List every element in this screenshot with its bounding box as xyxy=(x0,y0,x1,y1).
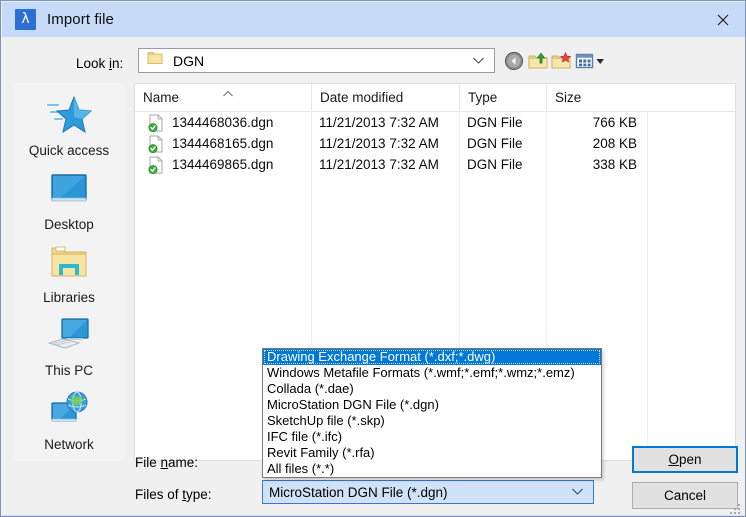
file-name: 1344468036.dgn xyxy=(172,112,311,133)
file-size: 338 KB xyxy=(546,154,647,175)
file-type: DGN File xyxy=(459,133,546,154)
sidebar-item-libraries[interactable]: Libraries xyxy=(13,238,125,305)
import-file-dialog: λ Import file Look in: DGN xyxy=(0,0,746,517)
column-header-type[interactable]: Type xyxy=(459,84,546,111)
desktop-monitor-icon xyxy=(13,165,125,213)
files-of-type-value: MicroStation DGN File (*.dgn) xyxy=(269,485,448,500)
file-name: 1344469865.dgn xyxy=(172,154,311,175)
dropdown-option[interactable]: Revit Family (*.rfa) xyxy=(263,445,601,461)
file-size: 766 KB xyxy=(546,112,647,133)
files-of-type-combo[interactable]: MicroStation DGN File (*.dgn) xyxy=(262,480,594,504)
sort-ascending-icon xyxy=(221,85,235,103)
dropdown-option[interactable]: Drawing Exchange Format (*.dxf;*.dwg) xyxy=(263,349,601,365)
table-row[interactable]: 1344469865.dgn 11/21/2013 7:32 AM DGN Fi… xyxy=(135,154,735,175)
close-icon[interactable] xyxy=(700,2,746,37)
file-date-modified: 11/21/2013 7:32 AM xyxy=(311,112,459,133)
dropdown-option[interactable]: IFC file (*.ifc) xyxy=(263,429,601,445)
title-bar: λ Import file xyxy=(2,2,746,37)
sidebar-item-this-pc[interactable]: This PC xyxy=(13,311,125,378)
dgn-file-synced-icon xyxy=(148,156,165,177)
dropdown-option[interactable]: Windows Metafile Formats (*.wmf;*.emf;*.… xyxy=(263,365,601,381)
file-list-header: Name Date modified Type Size xyxy=(135,84,735,112)
file-date-modified: 11/21/2013 7:32 AM xyxy=(311,133,459,154)
sidebar-item-desktop[interactable]: Desktop xyxy=(13,165,125,232)
dgn-file-synced-icon xyxy=(148,135,165,156)
file-size: 208 KB xyxy=(546,133,647,154)
this-pc-computer-icon xyxy=(13,311,125,359)
file-name-label: File name: xyxy=(135,455,198,470)
look-in-combo[interactable]: DGN xyxy=(138,48,495,73)
window-title: Import file xyxy=(47,11,114,28)
views-dropdown-icon[interactable] xyxy=(574,50,606,72)
chevron-down-icon[interactable] xyxy=(472,52,485,70)
resize-grip[interactable] xyxy=(730,502,742,514)
sidebar-item-label: This PC xyxy=(13,363,125,378)
column-header-date-modified[interactable]: Date modified xyxy=(311,84,459,111)
chevron-down-icon[interactable] xyxy=(571,483,584,501)
files-of-type-label: Files of type: xyxy=(135,487,212,502)
sidebar-item-network[interactable]: Network xyxy=(13,385,125,452)
open-button-label: Open xyxy=(668,452,701,467)
footer-divider xyxy=(2,515,744,516)
folder-icon xyxy=(147,51,163,70)
network-globe-icon xyxy=(13,385,125,433)
open-button[interactable]: Open xyxy=(632,446,738,473)
dropdown-option[interactable]: All files (*.*) xyxy=(263,461,601,477)
look-in-label: Look in: xyxy=(76,56,123,71)
up-one-level-icon[interactable] xyxy=(527,50,549,72)
file-date-modified: 11/21/2013 7:32 AM xyxy=(311,154,459,175)
dropdown-option[interactable]: Collada (*.dae) xyxy=(263,381,601,397)
files-of-type-dropdown-list[interactable]: Drawing Exchange Format (*.dxf;*.dwg) Wi… xyxy=(262,348,602,478)
dropdown-option[interactable]: MicroStation DGN File (*.dgn) xyxy=(263,397,601,413)
column-header-size[interactable]: Size xyxy=(546,84,647,111)
sidebar-item-label: Quick access xyxy=(13,143,125,158)
file-type: DGN File xyxy=(459,112,546,133)
dropdown-option[interactable]: SketchUp file (*.skp) xyxy=(263,413,601,429)
table-row[interactable]: 1344468165.dgn 11/21/2013 7:32 AM DGN Fi… xyxy=(135,133,735,154)
file-type: DGN File xyxy=(459,154,546,175)
sidebar-item-quick-access[interactable]: Quick access xyxy=(13,91,125,158)
sidebar-item-label: Network xyxy=(13,437,125,452)
cancel-button[interactable]: Cancel xyxy=(632,482,738,509)
table-row[interactable]: 1344468036.dgn 11/21/2013 7:32 AM DGN Fi… xyxy=(135,112,735,133)
bricscad-logo-icon: λ xyxy=(15,9,36,30)
file-name: 1344468165.dgn xyxy=(172,133,311,154)
look-in-value: DGN xyxy=(173,53,204,69)
sidebar-item-label: Desktop xyxy=(13,217,125,232)
quick-access-star-icon xyxy=(13,91,125,139)
places-sidebar: Quick access Desktop Libr xyxy=(13,83,125,461)
cancel-button-label: Cancel xyxy=(664,488,706,503)
back-navigation-icon[interactable] xyxy=(503,50,525,72)
dgn-file-synced-icon xyxy=(148,114,165,135)
libraries-folder-icon xyxy=(13,238,125,286)
sidebar-item-label: Libraries xyxy=(13,290,125,305)
new-folder-icon[interactable] xyxy=(550,50,572,72)
